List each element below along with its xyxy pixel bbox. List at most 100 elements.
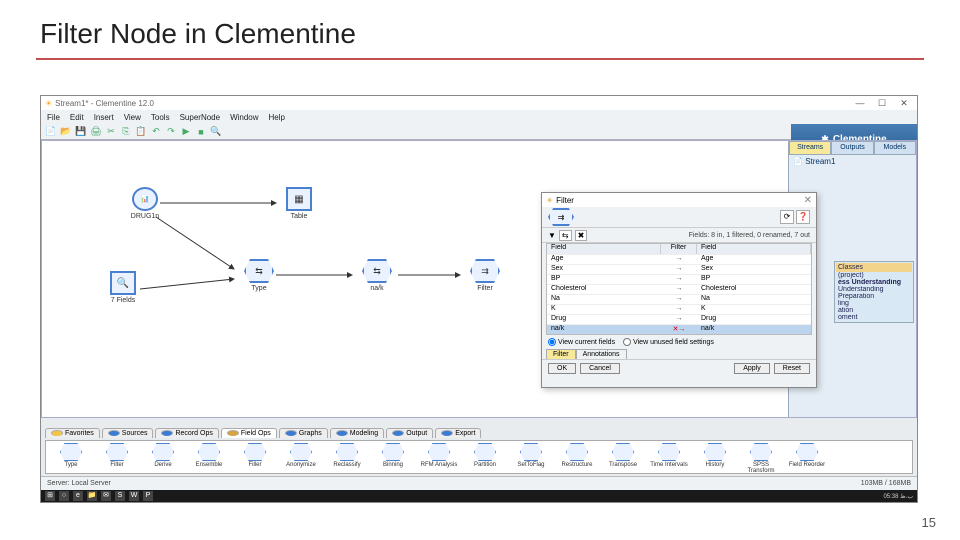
- dialog-titlebar[interactable]: ☀ Filter ✕: [542, 193, 816, 207]
- task-icon[interactable]: e: [73, 491, 83, 501]
- cut-icon[interactable]: ✂: [105, 126, 117, 138]
- palette-node[interactable]: Partition: [464, 443, 506, 471]
- undo-icon[interactable]: ↶: [150, 126, 162, 138]
- node-nak[interactable]: ⇆na/k: [356, 259, 398, 292]
- palette-node[interactable]: Type: [50, 443, 92, 471]
- radio-unused-fields[interactable]: View unused field settings: [623, 338, 714, 346]
- apply-button[interactable]: Apply: [734, 363, 770, 374]
- radio-current-fields[interactable]: View current fields: [548, 338, 615, 346]
- palette-node[interactable]: Transpose: [602, 443, 644, 471]
- palette-node[interactable]: SPSS Transform: [740, 443, 782, 471]
- palette-tab[interactable]: Modeling: [330, 428, 384, 438]
- streams-list[interactable]: 📄 Stream1: [789, 155, 916, 168]
- palette-node[interactable]: Reclassify: [326, 443, 368, 471]
- ok-button[interactable]: OK: [548, 363, 576, 374]
- tab-filter[interactable]: Filter: [546, 349, 576, 359]
- crisp-item[interactable]: ation: [836, 307, 912, 314]
- fields-table[interactable]: Field Filter Field Age→AgeSex→SexBP→BPCh…: [546, 243, 812, 335]
- palette-node[interactable]: History: [694, 443, 736, 471]
- table-row[interactable]: Na→Na: [547, 294, 811, 304]
- minimize-button[interactable]: —: [851, 98, 869, 109]
- palette-tab[interactable]: Record Ops: [155, 428, 218, 438]
- crisp-item[interactable]: ling: [836, 300, 912, 307]
- help-icon[interactable]: ❓: [796, 210, 810, 224]
- palette-node[interactable]: SetToFlag: [510, 443, 552, 471]
- copy-icon[interactable]: ⎘: [120, 126, 132, 138]
- palette-node[interactable]: Filter: [96, 443, 138, 471]
- node-table[interactable]: ▦Table: [278, 187, 320, 220]
- stream-item[interactable]: Stream1: [805, 157, 835, 166]
- palette-node[interactable]: RFM Analysis: [418, 443, 460, 471]
- palette-node[interactable]: Anonymize: [280, 443, 322, 471]
- redo-icon[interactable]: ↷: [165, 126, 177, 138]
- table-row[interactable]: Drug→Drug: [547, 314, 811, 324]
- new-icon[interactable]: 📄: [45, 126, 57, 138]
- palette-tab[interactable]: Graphs: [279, 428, 328, 438]
- palette-tab[interactable]: Output: [386, 428, 433, 438]
- crisp-item[interactable]: Understanding: [836, 286, 912, 293]
- palette-tab[interactable]: Sources: [102, 428, 154, 438]
- stop-icon[interactable]: ■: [195, 126, 207, 138]
- menu-supernode[interactable]: SuperNode: [180, 113, 220, 122]
- menu-window[interactable]: Window: [230, 113, 258, 122]
- tab-outputs[interactable]: Outputs: [831, 141, 873, 155]
- menu-view[interactable]: View: [124, 113, 141, 122]
- menu-insert[interactable]: Insert: [94, 113, 114, 122]
- tab-models[interactable]: Models: [874, 141, 916, 155]
- palette-node[interactable]: Restructure: [556, 443, 598, 471]
- close-button[interactable]: ✕: [895, 98, 913, 109]
- zoom-icon[interactable]: 🔍: [210, 126, 222, 138]
- node-palette[interactable]: TypeFilterDeriveEnsembleFillerAnonymizeR…: [45, 440, 913, 474]
- crisp-item[interactable]: (project): [836, 272, 912, 279]
- node-drug1n[interactable]: 📊DRUG1n: [124, 187, 166, 220]
- funnel-icon[interactable]: ▼: [548, 231, 556, 240]
- task-icon[interactable]: W: [129, 491, 139, 501]
- run-icon[interactable]: ▶: [180, 126, 192, 138]
- tab-streams[interactable]: Streams: [789, 141, 831, 155]
- print-icon[interactable]: 🖨: [90, 126, 102, 138]
- palette-node[interactable]: Field Reorder: [786, 443, 828, 471]
- table-row[interactable]: BP→BP: [547, 274, 811, 284]
- window-titlebar: ☀ Stream1* - Clementine 12.0 — ☐ ✕: [41, 96, 917, 110]
- dialog-close-button[interactable]: ✕: [804, 195, 812, 206]
- node-type[interactable]: ⇆Type: [238, 259, 280, 292]
- palette-node[interactable]: Derive: [142, 443, 184, 471]
- reset-button[interactable]: Reset: [774, 363, 810, 374]
- task-icon[interactable]: ✉: [101, 491, 111, 501]
- palette-node[interactable]: Filler: [234, 443, 276, 471]
- table-row[interactable]: Age→Age: [547, 254, 811, 264]
- open-icon[interactable]: 📂: [60, 126, 72, 138]
- task-icon[interactable]: 📁: [87, 491, 97, 501]
- palette-tab[interactable]: Favorites: [45, 428, 100, 438]
- cancel-button[interactable]: Cancel: [580, 363, 620, 374]
- task-icon[interactable]: P: [143, 491, 153, 501]
- task-icon[interactable]: S: [115, 491, 125, 501]
- palette-node[interactable]: Ensemble: [188, 443, 230, 471]
- save-icon[interactable]: 💾: [75, 126, 87, 138]
- palette-tab[interactable]: Export: [435, 428, 481, 438]
- tool-icon[interactable]: ✖: [575, 230, 588, 241]
- menu-edit[interactable]: Edit: [70, 113, 84, 122]
- palette-node[interactable]: Binning: [372, 443, 414, 471]
- maximize-button[interactable]: ☐: [873, 98, 891, 109]
- paste-icon[interactable]: 📋: [135, 126, 147, 138]
- table-row[interactable]: na/k✕→na/k: [547, 324, 811, 334]
- table-row[interactable]: Sex→Sex: [547, 264, 811, 274]
- node-filter[interactable]: ⇉Filter: [464, 259, 506, 292]
- task-icon[interactable]: ○: [59, 491, 69, 501]
- tool-icon[interactable]: ⇆: [559, 230, 572, 241]
- tab-annotations[interactable]: Annotations: [576, 349, 627, 359]
- menu-tools[interactable]: Tools: [151, 113, 170, 122]
- palette-node[interactable]: Time Intervals: [648, 443, 690, 471]
- table-row[interactable]: K→K: [547, 304, 811, 314]
- palette-tab[interactable]: Field Ops: [221, 428, 277, 438]
- node-7fields[interactable]: 🔍7 Fields: [102, 271, 144, 304]
- crisp-item[interactable]: Preparation: [836, 293, 912, 300]
- crisp-item[interactable]: oment: [836, 314, 912, 321]
- menu-file[interactable]: File: [47, 113, 60, 122]
- refresh-icon[interactable]: ⟳: [780, 210, 794, 224]
- crisp-item[interactable]: ess Understanding: [836, 279, 912, 286]
- start-button[interactable]: ⊞: [45, 491, 55, 501]
- menu-help[interactable]: Help: [269, 113, 285, 122]
- table-row[interactable]: Cholesterol→Cholesterol: [547, 284, 811, 294]
